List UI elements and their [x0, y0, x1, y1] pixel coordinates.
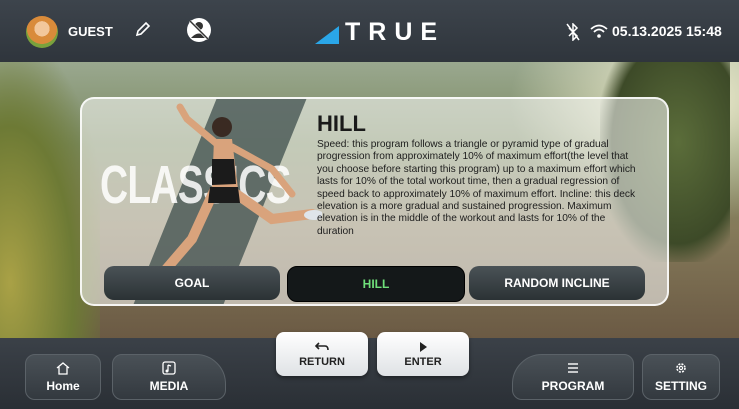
option-hill-button[interactable]: HILL — [287, 266, 465, 302]
return-label: RETURN — [299, 356, 345, 368]
home-label: Home — [46, 379, 80, 393]
program-title: HILL — [317, 111, 366, 136]
brand-logo: TRUE — [345, 18, 446, 46]
program-panel: CLASSICS HILL Speed: this program follow… — [80, 97, 669, 306]
no-user-icon[interactable] — [186, 17, 212, 43]
top-bar: GUEST TRUE 05.13.2025 15:48 — [0, 0, 739, 62]
gear-icon — [676, 363, 686, 373]
enter-label: ENTER — [404, 356, 442, 368]
media-icon — [162, 361, 176, 375]
wifi-icon — [590, 24, 608, 38]
media-label: MEDIA — [149, 379, 189, 393]
program-label: PROGRAM — [541, 379, 605, 393]
return-icon — [314, 342, 329, 351]
return-button[interactable]: RETURN — [276, 332, 368, 376]
enter-button[interactable]: ENTER — [377, 332, 469, 376]
program-description: Speed: this program follows a triangle o… — [317, 139, 636, 237]
user-avatar[interactable] — [26, 16, 58, 48]
option-random-incline-button[interactable]: RANDOM INCLINE — [469, 266, 645, 300]
setting-button[interactable]: SETTING — [642, 354, 720, 400]
date-time: 05.13.2025 15:48 — [612, 23, 722, 39]
media-button[interactable]: MEDIA — [112, 354, 226, 400]
user-name[interactable]: GUEST — [68, 24, 113, 39]
pencil-icon[interactable] — [134, 20, 152, 38]
bluetooth-icon — [566, 23, 580, 41]
hero-background: CLASSICS HILL Speed: this program follow… — [0, 62, 739, 338]
play-icon — [420, 342, 427, 352]
setting-label: SETTING — [654, 379, 707, 393]
true-logo-icon — [315, 26, 339, 44]
list-icon — [568, 363, 578, 373]
program-button[interactable]: PROGRAM — [512, 354, 634, 400]
home-button[interactable]: Home — [25, 354, 101, 400]
option-goal-button[interactable]: GOAL — [104, 266, 280, 300]
home-icon — [56, 362, 70, 375]
